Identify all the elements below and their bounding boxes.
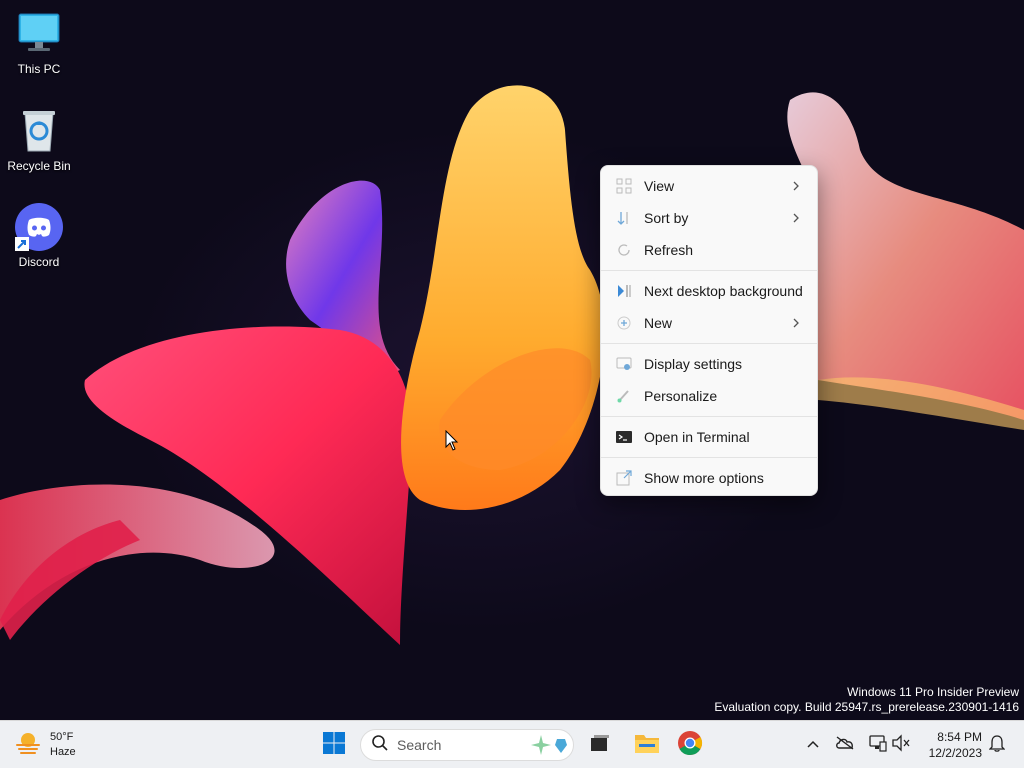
search-input[interactable]: Search — [360, 729, 574, 761]
start-icon — [322, 731, 346, 760]
build-watermark: Windows 11 Pro Insider Preview Evaluatio… — [714, 685, 1019, 715]
sort-icon — [615, 209, 633, 227]
menu-separator — [601, 416, 817, 417]
terminal-icon — [615, 428, 633, 446]
desktop-icon-label: Recycle Bin — [7, 159, 71, 173]
menu-separator — [601, 270, 817, 271]
weather-temp: 50°F — [50, 731, 74, 743]
menu-item-refresh[interactable]: Refresh — [601, 234, 817, 266]
menu-item-next-desktop-background[interactable]: Next desktop background — [601, 275, 817, 307]
notifications-button[interactable] — [985, 733, 1009, 757]
mouse-cursor-icon — [445, 429, 459, 456]
display-settings-icon — [615, 355, 633, 373]
weather-haze-icon — [14, 729, 42, 762]
menu-separator — [601, 343, 817, 344]
next-background-icon — [615, 282, 633, 300]
chevron-up-icon — [806, 736, 820, 754]
watermark-edition: Windows 11 Pro Insider Preview — [847, 685, 1019, 699]
menu-item-open-in-terminal[interactable]: Open in Terminal — [601, 421, 817, 453]
chevron-right-icon — [791, 211, 801, 225]
desktop-icon-discord[interactable]: Discord — [0, 203, 78, 269]
notification-bell-icon — [988, 734, 1006, 757]
this-pc-icon — [15, 10, 63, 58]
task-view-icon — [589, 732, 611, 759]
wallpaper-art — [0, 85, 1024, 645]
file-explorer-button[interactable] — [629, 727, 665, 763]
menu-item-label: Next desktop background — [644, 283, 803, 299]
desktop-icon-label: Discord — [18, 255, 60, 269]
clock-time: 8:54 PM — [937, 730, 982, 744]
show-hidden-icons-button[interactable] — [801, 733, 825, 757]
new-plus-icon — [615, 314, 633, 332]
search-placeholder: Search — [397, 737, 442, 753]
menu-item-label: Show more options — [644, 470, 764, 486]
menu-item-label: Personalize — [644, 388, 718, 404]
menu-item-view[interactable]: View — [601, 170, 817, 202]
onedrive-tray-button[interactable] — [833, 733, 857, 757]
personalize-brush-icon — [615, 387, 633, 405]
watermark-build: Evaluation copy. Build 25947.rs_prerelea… — [714, 700, 1019, 714]
start-button[interactable] — [316, 727, 352, 763]
menu-item-label: Refresh — [644, 242, 694, 258]
volume-muted-icon — [891, 733, 911, 757]
clock-date: 12/2/2023 — [928, 746, 982, 760]
desktop-icon-this-pc[interactable]: This PC — [0, 10, 78, 76]
chevron-right-icon — [791, 179, 801, 193]
desktop-icon-recycle-bin[interactable]: Recycle Bin — [0, 107, 78, 173]
volume-tray-button[interactable] — [889, 733, 913, 757]
search-highlight-icon — [529, 733, 569, 759]
chrome-icon — [677, 730, 703, 761]
menu-separator — [601, 457, 817, 458]
discord-icon — [15, 203, 63, 251]
taskbar-clock[interactable]: 8:54 PM 12/2/2023 — [920, 729, 982, 761]
weather-condition: Haze — [50, 746, 76, 758]
view-grid-icon — [615, 177, 633, 195]
file-explorer-icon — [634, 731, 660, 760]
taskbar: 50°F Haze Search 8:54 PM 12/2/2023 — [0, 720, 1024, 768]
onedrive-icon — [835, 735, 855, 756]
menu-item-display-settings[interactable]: Display settings — [601, 348, 817, 380]
menu-item-personalize[interactable]: Personalize — [601, 380, 817, 412]
network-icon — [867, 734, 887, 757]
chrome-button[interactable] — [672, 727, 708, 763]
task-view-button[interactable] — [582, 727, 618, 763]
menu-item-label: Display settings — [644, 356, 743, 372]
network-tray-button[interactable] — [865, 733, 889, 757]
menu-item-show-more-options[interactable]: Show more options — [601, 462, 817, 494]
menu-item-sort-by[interactable]: Sort by — [601, 202, 817, 234]
more-options-icon — [615, 469, 633, 487]
chevron-right-icon — [791, 316, 801, 330]
refresh-icon — [615, 241, 633, 259]
menu-item-new[interactable]: New — [601, 307, 817, 339]
search-icon — [371, 734, 389, 757]
desktop-icon-label: This PC — [17, 62, 61, 76]
desktop-context-menu: View Sort by Refresh Next desktop backgr… — [600, 165, 818, 496]
weather-widget[interactable]: 50°F Haze — [14, 727, 76, 763]
recycle-bin-icon — [15, 107, 63, 155]
menu-item-label: Open in Terminal — [644, 429, 750, 445]
desktop-wallpaper[interactable] — [0, 0, 1024, 720]
